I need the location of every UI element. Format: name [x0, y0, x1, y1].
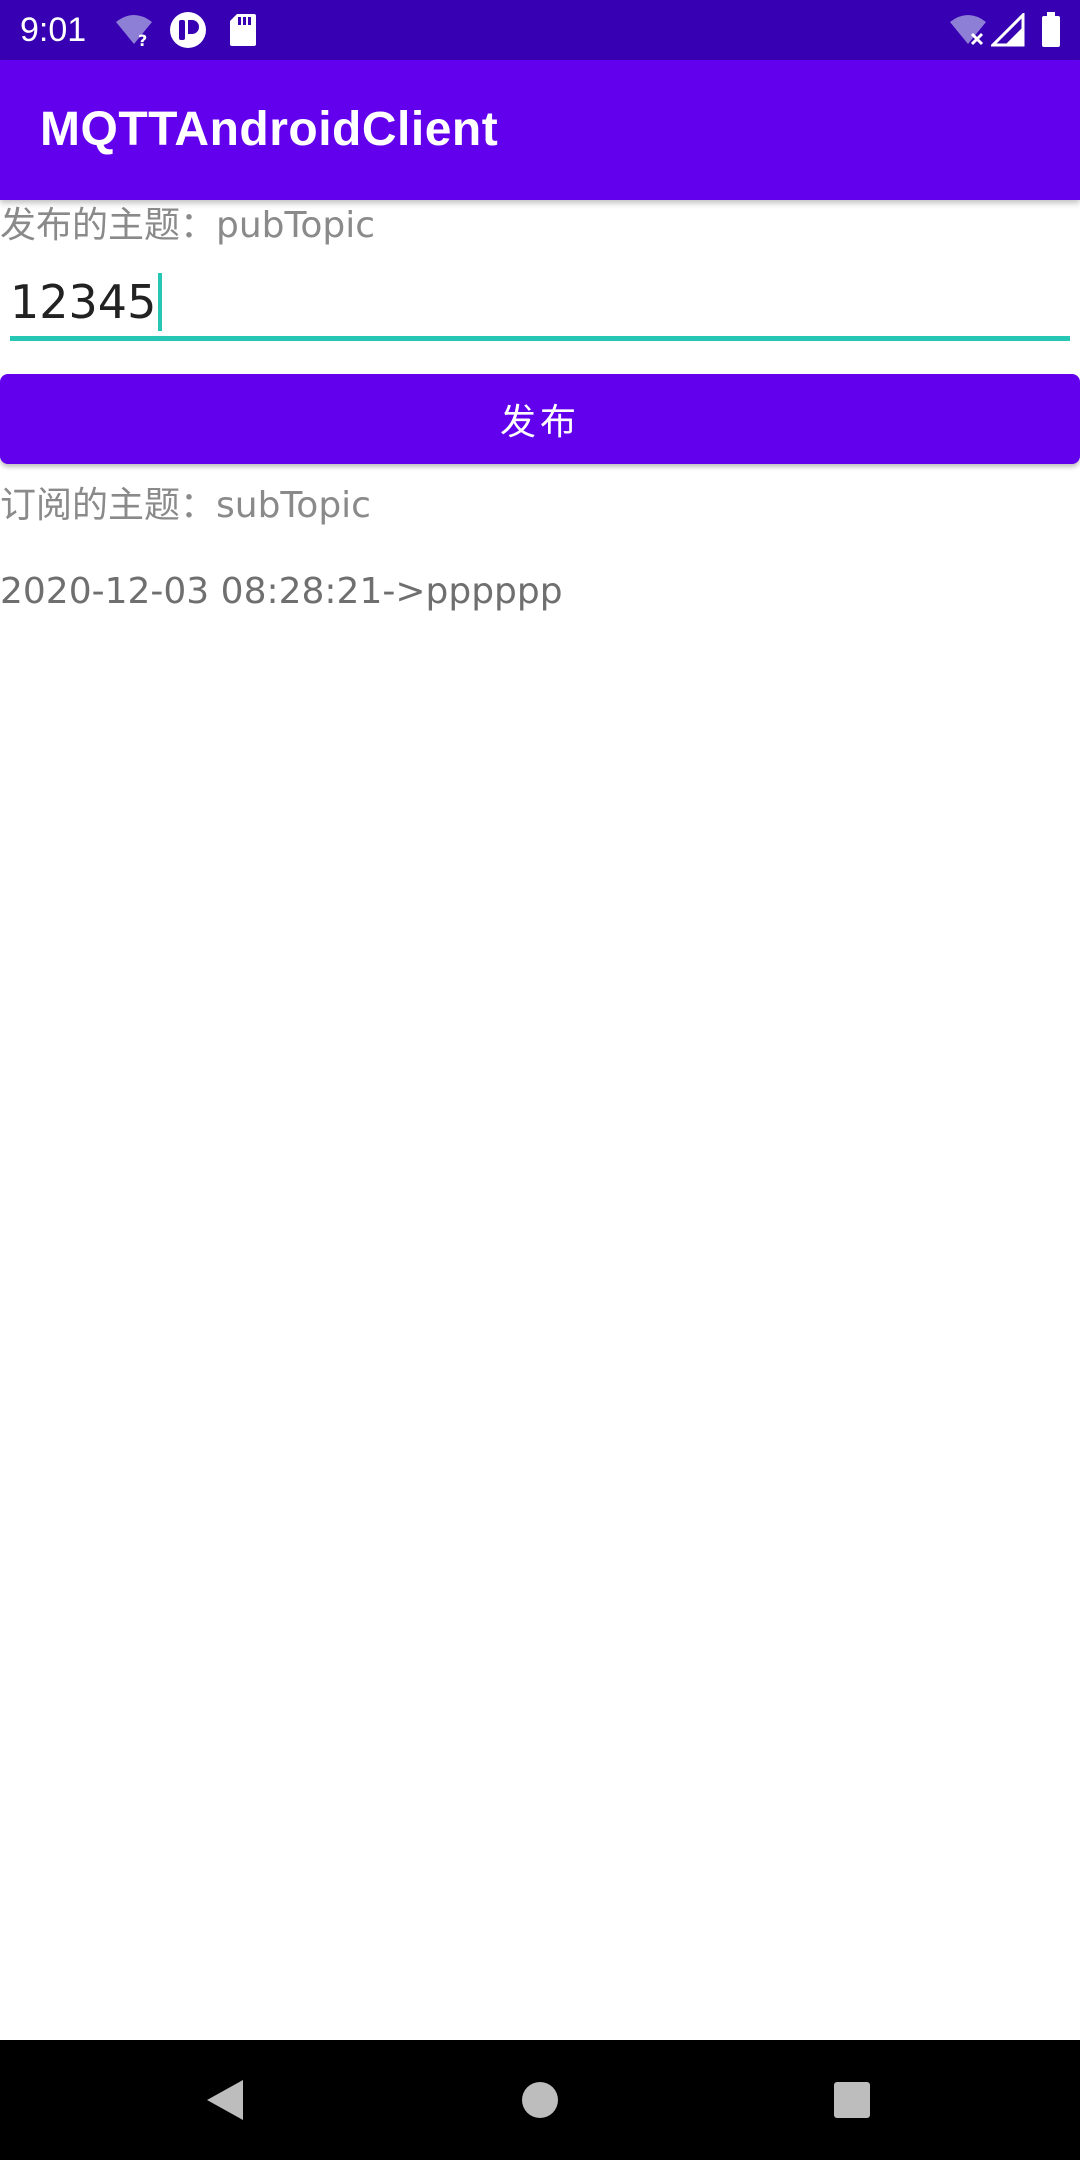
received-message: 2020-12-03 08:28:21->pppppp — [0, 571, 563, 612]
publish-message-input[interactable]: 12345 — [10, 266, 1070, 342]
back-icon[interactable] — [195, 2070, 255, 2130]
app-title: MQTTAndroidClient — [40, 103, 499, 156]
sd-card-icon — [226, 8, 260, 52]
recents-icon[interactable] — [822, 2070, 882, 2130]
input-underline — [10, 336, 1070, 341]
home-icon[interactable] — [510, 2070, 570, 2130]
svg-text:?: ? — [138, 31, 147, 48]
cell-signal-icon — [990, 8, 1026, 52]
wifi-off-icon — [946, 8, 990, 52]
app-notification-icon — [168, 8, 208, 52]
wifi-unknown-icon: ? — [112, 8, 156, 52]
publish-button[interactable]: 发布 — [0, 374, 1080, 464]
text-cursor — [158, 273, 163, 331]
battery-icon — [1036, 8, 1066, 52]
publish-topic-label: 发布的主题：pubTopic — [0, 205, 376, 246]
publish-message-value: 12345 — [10, 275, 157, 329]
app-screen: 9:01 ? MQTTAndroidClient 发布的主题：pubTopic … — [0, 0, 1080, 2160]
navigation-bar — [0, 2040, 1080, 2160]
subscribe-topic-label: 订阅的主题：subTopic — [0, 485, 371, 526]
status-bar: 9:01 ? — [0, 0, 1080, 60]
publish-message-text[interactable]: 12345 — [10, 272, 163, 332]
status-time: 9:01 — [20, 11, 87, 49]
app-bar: MQTTAndroidClient — [0, 60, 1080, 200]
